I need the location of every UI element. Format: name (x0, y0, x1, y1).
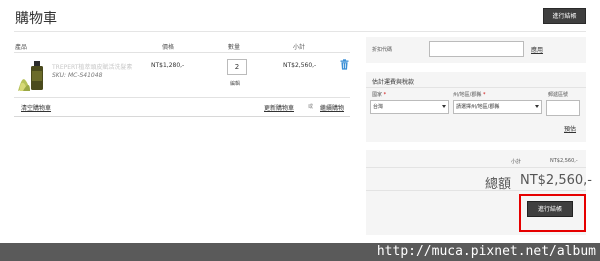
chevron-down-icon (535, 105, 539, 108)
actions-divider (14, 116, 350, 117)
header-subtotal: 小計 (293, 44, 306, 51)
header-divider (14, 52, 350, 53)
subtotal-value: NT$2,560,- (550, 158, 578, 164)
edit-item-link[interactable]: 編輯 (230, 80, 240, 87)
trash-icon[interactable] (340, 59, 349, 70)
subtotal-label: 小計 (511, 159, 522, 165)
checkout-button-top[interactable]: 進行結帳 (543, 8, 586, 24)
or-separator: 或 (308, 104, 314, 110)
page-title: 購物車 (15, 11, 57, 27)
continue-shopping-link[interactable]: 繼續購物 (320, 103, 344, 112)
shipping-title: 估計運費與稅款 (372, 79, 415, 86)
title-divider (14, 31, 586, 32)
quantity-input[interactable]: 2 (227, 59, 247, 75)
coupon-input[interactable] (429, 41, 524, 57)
totals-divider (366, 167, 586, 168)
region-select-value: 請選擇州/地區/郡縣 (456, 104, 500, 110)
region-select[interactable]: 請選擇州/地區/郡縣 (453, 100, 542, 114)
country-select[interactable]: 台灣 (370, 100, 449, 114)
region-label: 州/地區/郡縣 * (453, 92, 486, 98)
coupon-label: 折扣代碼 (372, 47, 393, 53)
header-price: 價格 (162, 44, 175, 51)
estimate-link[interactable]: 預估 (564, 124, 576, 133)
product-subtotal: NT$2,560,- (283, 62, 317, 69)
totals-divider-bottom (366, 190, 586, 191)
product-name[interactable]: TREPERT植萃頭皮賦活洗髮素 (52, 62, 132, 71)
clear-cart-link[interactable]: 清空購物車 (21, 103, 51, 112)
zip-input[interactable] (546, 100, 580, 116)
header-quantity: 數量 (228, 44, 241, 51)
zip-label: 郵遞區號 (548, 92, 569, 98)
product-price: NT$1,280,- (151, 62, 185, 69)
apply-coupon-link[interactable]: 應用 (531, 45, 543, 54)
chevron-down-icon (442, 105, 446, 108)
grand-total-value: NT$2,560,- (520, 173, 592, 188)
shipping-divider (366, 87, 586, 88)
country-select-value: 台灣 (373, 104, 384, 110)
country-label: 國家 * (372, 92, 387, 98)
checkout-button-bottom[interactable]: 進行結帳 (527, 201, 573, 217)
update-cart-link[interactable]: 更新購物車 (264, 103, 294, 112)
watermark-text: http://muca.pixnet.net/album (376, 244, 596, 259)
row-divider (14, 97, 350, 98)
header-product: 產品 (15, 44, 28, 51)
product-image[interactable] (14, 57, 52, 93)
product-sku: SKU: MC-S41048 (52, 72, 103, 79)
